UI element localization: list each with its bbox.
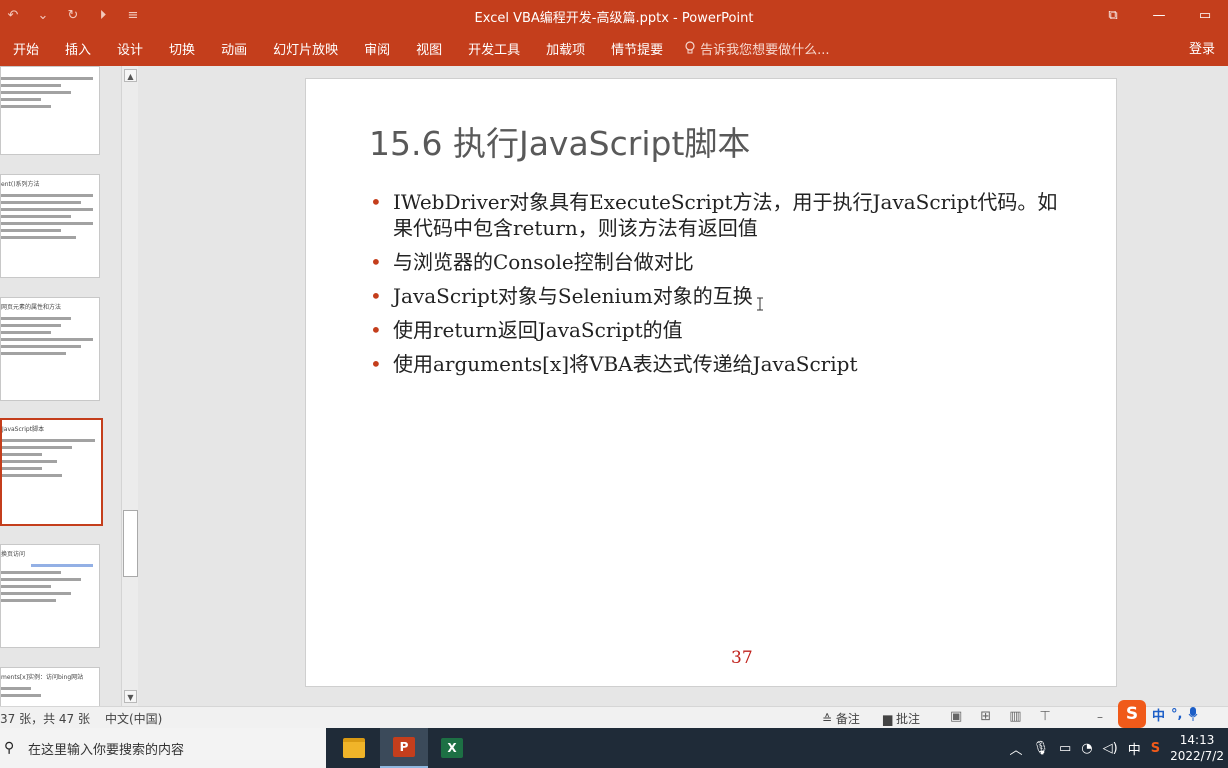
slide-thumbnail[interactable]: 网页元素的属性和方法 bbox=[0, 297, 100, 401]
comments-label: 批注 bbox=[896, 712, 921, 726]
bullet-item: 使用arguments[x]将VBA表达式传递给JavaScript bbox=[370, 351, 1070, 377]
thumbnail-title bbox=[1, 67, 99, 73]
powerpoint-icon: P bbox=[393, 737, 415, 757]
thumbnail-title: JavaScript脚本 bbox=[2, 426, 45, 433]
ime-mode-label[interactable]: 中 bbox=[1152, 705, 1165, 724]
slide-thumbnail[interactable]: ent()系列方法 bbox=[0, 174, 100, 278]
notes-button[interactable]: ≙ 备注 bbox=[822, 710, 860, 727]
wifi-icon[interactable]: ◔ bbox=[1081, 741, 1092, 756]
window-title: Excel VBA编程开发-高级篇.pptx - PowerPoint bbox=[474, 11, 754, 26]
slide-sorter-icon[interactable]: ⊞ bbox=[980, 709, 991, 724]
bullet-item: JavaScript对象与Selenium对象的互换 bbox=[370, 283, 1070, 309]
status-bar: 37 张，共 47 张 中文(中国) ≙ 备注 ▆ 批注 ▣ ⊞ ▥ ⊤ – bbox=[0, 706, 1228, 728]
tab-animations[interactable]: 动画 bbox=[208, 39, 260, 58]
scroll-down-icon[interactable]: ▼ bbox=[124, 690, 137, 703]
tab-home[interactable]: 开始 bbox=[0, 39, 52, 58]
search-placeholder: 在这里输入你要搜索的内容 bbox=[28, 742, 185, 758]
system-tray: ︿ 🎙 ▭ ◔ ◁) 中 S 14:13 2022/7/2 bbox=[1009, 728, 1228, 768]
normal-view-icon[interactable]: ▣ bbox=[950, 709, 962, 724]
ime-toolbar[interactable]: S 中 °, bbox=[1118, 700, 1228, 728]
reading-view-icon[interactable]: ▥ bbox=[1009, 709, 1021, 724]
current-slide[interactable]: 15.6 执行JavaScript脚本 IWebDriver对象具有Execut… bbox=[305, 78, 1117, 687]
slide-thumbnails-pane: ent()系列方法 网页元素的属性和方法 JavaScript脚本 换页访问 m… bbox=[0, 66, 120, 706]
tell-me-box[interactable]: 告诉我您想要做什么... bbox=[684, 39, 830, 58]
tab-addins[interactable]: 加载项 bbox=[533, 39, 598, 58]
thumbnail-title: 网页元素的属性和方法 bbox=[1, 304, 62, 311]
tab-slideshow[interactable]: 幻灯片放映 bbox=[260, 39, 351, 58]
tab-review[interactable]: 审阅 bbox=[351, 39, 403, 58]
folder-icon bbox=[343, 738, 365, 758]
slide-title[interactable]: 15.6 执行JavaScript脚本 bbox=[369, 117, 750, 165]
slide-thumbnail[interactable] bbox=[0, 66, 100, 155]
window-controls: ⧉ — ▭ bbox=[1090, 0, 1228, 30]
slide-page-number: 37 bbox=[731, 648, 753, 668]
clock[interactable]: 14:13 2022/7/2 bbox=[1170, 732, 1224, 764]
ribbon-tabs: 开始 插入 设计 切换 动画 幻灯片放映 审阅 视图 开发工具 加载项 情节提要… bbox=[0, 30, 1228, 66]
bullet-item: 与浏览器的Console控制台做对比 bbox=[370, 249, 1070, 275]
windows-taskbar: ⚲ 在这里输入你要搜索的内容 P X ︿ 🎙 ▭ ◔ ◁) 中 S 14:13 … bbox=[0, 728, 1228, 768]
ribbon-display-options-icon[interactable]: ⧉ bbox=[1090, 0, 1136, 30]
clock-time: 14:13 bbox=[1179, 733, 1215, 747]
language-indicator[interactable]: 中文(中国) bbox=[105, 710, 162, 727]
taskbar-file-explorer[interactable] bbox=[330, 728, 378, 768]
tab-design[interactable]: 设计 bbox=[104, 39, 156, 58]
tab-insert[interactable]: 插入 bbox=[52, 39, 104, 58]
comment-icon: ▆ bbox=[883, 712, 897, 726]
microphone-icon[interactable] bbox=[1188, 706, 1198, 722]
slideshow-view-icon[interactable]: ⊤ bbox=[1040, 709, 1051, 724]
lightbulb-icon bbox=[685, 41, 695, 54]
search-icon: ⚲ bbox=[4, 740, 15, 756]
microphone-tray-icon[interactable]: 🎙 bbox=[1032, 741, 1049, 756]
tab-transitions[interactable]: 切换 bbox=[156, 39, 208, 58]
battery-icon[interactable]: ▭ bbox=[1059, 741, 1071, 756]
tab-developer[interactable]: 开发工具 bbox=[455, 39, 533, 58]
tell-me-placeholder: 告诉我您想要做什么... bbox=[700, 42, 830, 58]
slide-editing-area: 15.6 执行JavaScript脚本 IWebDriver对象具有Execut… bbox=[140, 66, 1228, 706]
text-cursor-icon bbox=[757, 297, 763, 311]
slide-bullet-list[interactable]: IWebDriver对象具有ExecuteScript方法，用于执行JavaSc… bbox=[370, 189, 1070, 385]
zoom-out-button[interactable]: – bbox=[1097, 710, 1103, 724]
slide-thumbnail[interactable]: 换页访问 bbox=[0, 544, 100, 648]
view-buttons: ▣ ⊞ ▥ ⊤ bbox=[950, 709, 1051, 724]
taskbar-powerpoint[interactable]: P bbox=[380, 728, 428, 768]
tray-ime-indicator[interactable]: 中 bbox=[1128, 739, 1141, 758]
scroll-up-icon[interactable]: ▲ bbox=[124, 69, 137, 82]
slide-count: 37 张，共 47 张 bbox=[0, 712, 90, 726]
ime-punctuation[interactable]: °, bbox=[1171, 707, 1182, 722]
title-bar: ↶ ⌄ ↻ ⏵ ≡ Excel VBA编程开发-高级篇.pptx - Power… bbox=[0, 0, 1228, 30]
volume-icon[interactable]: ◁) bbox=[1103, 741, 1118, 756]
slide-thumbnail[interactable]: ments[x]实例：访问bing网站 bbox=[0, 667, 100, 706]
clock-date: 2022/7/2 bbox=[1170, 749, 1224, 763]
notes-label: 备注 bbox=[835, 712, 860, 726]
thumbnail-title: ent()系列方法 bbox=[1, 181, 40, 188]
bullet-item: 使用return返回JavaScript的值 bbox=[370, 317, 1070, 343]
taskbar-search-box[interactable]: ⚲ 在这里输入你要搜索的内容 bbox=[0, 728, 326, 768]
thumbnails-scrollbar[interactable]: ▲ ▼ bbox=[121, 66, 138, 706]
chevron-up-icon[interactable]: ︿ bbox=[1009, 739, 1022, 758]
maximize-icon[interactable]: ▭ bbox=[1182, 0, 1228, 30]
notes-icon: ≙ bbox=[822, 712, 836, 726]
sign-in-link[interactable]: 登录 bbox=[1189, 38, 1215, 57]
tab-storyboarding[interactable]: 情节提要 bbox=[598, 39, 676, 58]
tab-view[interactable]: 视图 bbox=[403, 39, 455, 58]
taskbar-excel[interactable]: X bbox=[428, 728, 476, 768]
minimize-icon[interactable]: — bbox=[1136, 0, 1182, 30]
comments-button[interactable]: ▆ 批注 bbox=[883, 710, 920, 727]
excel-icon: X bbox=[441, 738, 463, 758]
sogou-tray-icon[interactable]: S bbox=[1151, 741, 1160, 756]
scrollbar-thumb[interactable] bbox=[123, 510, 138, 577]
slide-thumbnail-selected[interactable]: JavaScript脚本 bbox=[0, 418, 103, 526]
thumbnail-title: 换页访问 bbox=[1, 551, 26, 558]
thumbnail-title: ments[x]实例：访问bing网站 bbox=[1, 674, 84, 681]
sogou-logo-icon[interactable]: S bbox=[1118, 700, 1146, 728]
bullet-item: IWebDriver对象具有ExecuteScript方法，用于执行JavaSc… bbox=[370, 189, 1070, 241]
